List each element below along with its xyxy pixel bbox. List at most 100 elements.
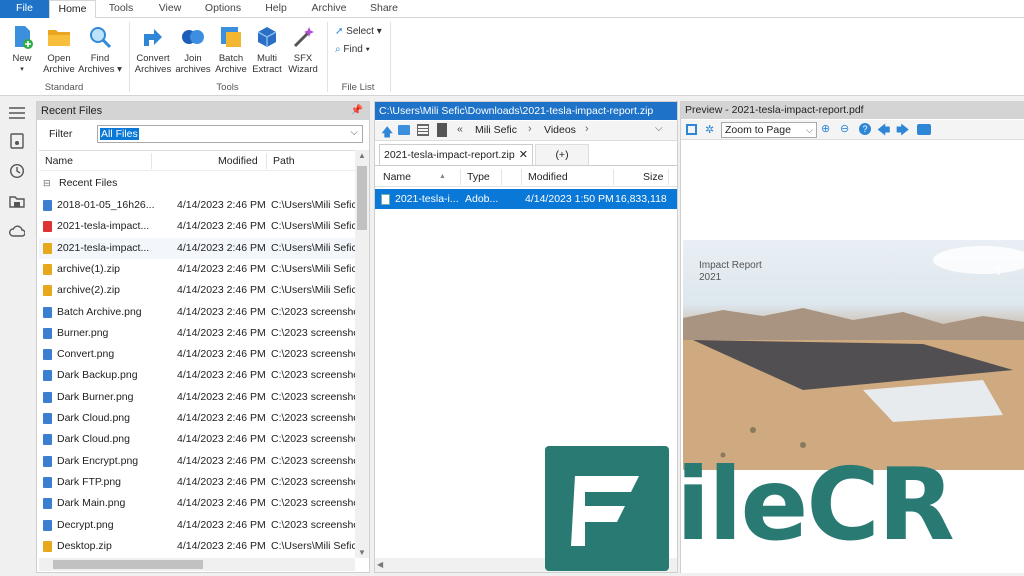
tab-help[interactable]: Help bbox=[252, 0, 300, 18]
archive-row-selected[interactable]: 2021-tesla-i... Adob... 4/14/2023 1:50 P… bbox=[375, 189, 677, 209]
image-file-icon bbox=[43, 370, 52, 382]
list-item[interactable]: Batch Archive.png 4/14/2023 2:46 PM C:\202… bbox=[39, 302, 355, 323]
settings-icon[interactable]: ✲ bbox=[705, 123, 714, 136]
desktop-icon[interactable] bbox=[398, 125, 410, 135]
find-archives-button[interactable]: Find Archives ▾ bbox=[78, 22, 122, 75]
doc-letter: T bbox=[995, 264, 1003, 278]
breadcrumb-folder[interactable]: Videos bbox=[544, 124, 576, 136]
drive-icon[interactable] bbox=[9, 133, 25, 149]
list-item[interactable]: Dark Encrypt.png 4/14/2023 2:46 PM C:\2023… bbox=[39, 451, 355, 472]
list-item[interactable]: Dark Backup.png 4/14/2023 2:46 PM C:\2023 … bbox=[39, 365, 355, 386]
list-item[interactable]: Dark Burner.png 4/14/2023 2:46 PM C:\2023 … bbox=[39, 387, 355, 408]
list-item[interactable]: Dark Cloud.png 4/14/2023 2:46 PM C:\2023 s… bbox=[39, 429, 355, 450]
list-item[interactable]: 2021-tesla-impact... 4/14/2023 2:46 PM C:\… bbox=[39, 237, 355, 259]
help-icon[interactable]: ? bbox=[859, 123, 871, 135]
column-header-size[interactable]: Size bbox=[643, 167, 663, 187]
column-header-name[interactable]: Name bbox=[383, 167, 411, 187]
join-circles-icon bbox=[180, 24, 206, 50]
tab-options[interactable]: Options bbox=[194, 0, 252, 18]
zoom-select[interactable]: Zoom to Page ⌵ bbox=[721, 122, 817, 138]
list-item[interactable]: Burner.png 4/14/2023 2:46 PM C:\2023 scree… bbox=[39, 323, 355, 344]
row-name: Decrypt.png bbox=[57, 518, 114, 531]
row-modified: 4/14/2023 2:46 PM bbox=[177, 539, 266, 552]
list-item[interactable]: Dark Cloud.png 4/14/2023 2:46 PM C:\2023 s… bbox=[39, 408, 355, 429]
tab-tools[interactable]: Tools bbox=[96, 0, 146, 18]
scrollbar-thumb[interactable] bbox=[357, 166, 367, 230]
column-header-name[interactable]: Name bbox=[45, 151, 73, 171]
new-button[interactable]: New ▾ bbox=[6, 22, 38, 75]
row-path: C:\Users\Mili Sefic bbox=[271, 199, 355, 211]
find-button[interactable]: ⌕ Find ▾ bbox=[335, 44, 370, 55]
list-item[interactable]: Dark Main.png 4/14/2023 2:46 PM C:\2023 sc… bbox=[39, 493, 355, 514]
column-header-path[interactable]: Path bbox=[273, 151, 295, 171]
list-item[interactable]: 2018-01-05_16h26... 4/14/2023 2:46 PM C:\U… bbox=[39, 195, 355, 216]
sfx-wizard-button[interactable]: SFX Wizard bbox=[285, 22, 321, 75]
join-archives-button[interactable]: Join archives bbox=[173, 22, 213, 75]
list-item[interactable]: archive(2).zip 4/14/2023 2:46 PM C:\Users\… bbox=[39, 280, 355, 301]
row-name: Dark Cloud.png bbox=[57, 412, 130, 424]
up-arrow-icon[interactable]: 🡅 bbox=[381, 123, 393, 144]
image-file-icon bbox=[43, 476, 52, 488]
filter-select[interactable]: All Files ⌵ bbox=[97, 125, 363, 143]
open-archive-button[interactable]: Open Archive bbox=[40, 22, 78, 75]
view-list-icon[interactable] bbox=[417, 124, 429, 136]
multi-extract-button[interactable]: Multi Extract bbox=[249, 22, 285, 75]
column-header-modified[interactable]: Modified bbox=[218, 151, 258, 171]
zip-file-icon bbox=[43, 242, 52, 254]
new-tab-button[interactable]: (+) bbox=[535, 144, 589, 166]
cursor-icon: ➚ bbox=[335, 26, 344, 37]
list-item[interactable]: 2021-tesla-impact... 4/14/2023 2:46 PM C:\… bbox=[39, 216, 355, 237]
list-item[interactable]: Convert.png 4/14/2023 2:46 PM C:\2023 scre… bbox=[39, 344, 355, 365]
pin-icon[interactable]: 📌 bbox=[351, 102, 363, 120]
list-item[interactable]: Dark FTP.png 4/14/2023 2:46 PM C:\2023 scr… bbox=[39, 472, 355, 493]
film-icon[interactable] bbox=[437, 123, 447, 137]
fit-icon[interactable] bbox=[686, 124, 697, 135]
row-name: Dark Backup.png bbox=[57, 369, 138, 382]
sfx-label-2: Wizard bbox=[288, 64, 318, 75]
convert-archives-button[interactable]: Convert Archives bbox=[133, 22, 173, 75]
filter-label: Filter bbox=[49, 128, 73, 140]
column-divider bbox=[501, 169, 502, 185]
tab-archive[interactable]: Archive bbox=[300, 0, 358, 18]
list-item[interactable]: Desktop.zip 4/14/2023 2:46 PM C:\Users\Mil… bbox=[39, 536, 355, 557]
image-file-icon bbox=[43, 434, 52, 446]
select-button[interactable]: ➚ Select ▾ bbox=[335, 26, 382, 37]
scroll-up-icon[interactable]: ▲ bbox=[358, 151, 366, 160]
ribbon: New ▾ Open Archive Find Archives ▾ Stand… bbox=[0, 18, 1024, 96]
close-tab-icon[interactable]: ✕ bbox=[519, 145, 528, 166]
scroll-down-icon[interactable]: ▼ bbox=[358, 548, 366, 557]
image-file-icon bbox=[43, 349, 52, 361]
print-icon[interactable] bbox=[917, 124, 931, 135]
zoom-out-icon[interactable]: ⊖ bbox=[840, 122, 849, 135]
forward-arrow-icon[interactable]: 🡆 bbox=[896, 121, 909, 143]
collapse-icon[interactable]: ⊟ bbox=[43, 173, 51, 193]
back-arrow-icon[interactable]: 🡄 bbox=[877, 121, 890, 143]
zoom-in-icon[interactable]: ⊕ bbox=[821, 122, 830, 135]
history-clock-icon[interactable] bbox=[9, 163, 25, 179]
breadcrumb-back[interactable]: « bbox=[457, 123, 463, 135]
hamburger-menu-icon[interactable] bbox=[9, 105, 25, 121]
scrollbar-thumb[interactable] bbox=[53, 560, 203, 569]
row-modified: 4/14/2023 2:46 PM bbox=[177, 348, 266, 361]
chevron-down-icon[interactable]: ⌵ bbox=[655, 123, 663, 134]
tab-home[interactable]: Home bbox=[49, 0, 96, 19]
horizontal-scrollbar[interactable] bbox=[39, 558, 355, 571]
archive-tab[interactable]: 2021-tesla-impact-report.zip ✕ bbox=[379, 144, 533, 166]
column-header-modified[interactable]: Modified bbox=[528, 167, 568, 187]
tab-view[interactable]: View bbox=[146, 0, 194, 18]
column-header-type[interactable]: Type bbox=[467, 167, 490, 187]
row-modified: 4/14/2023 2:46 PM bbox=[177, 369, 266, 382]
batch-label-1: Batch bbox=[218, 53, 244, 64]
open-label-2: Archive bbox=[43, 64, 75, 75]
network-folder-icon[interactable] bbox=[9, 194, 25, 210]
list-item[interactable]: Decrypt.png 4/14/2023 2:46 PM C:\2023 scre… bbox=[39, 515, 355, 536]
list-item[interactable]: archive(1).zip 4/14/2023 2:46 PM C:\Users\… bbox=[39, 259, 355, 280]
breadcrumb-user[interactable]: Mili Sefic bbox=[475, 124, 517, 136]
scroll-left-icon[interactable]: ◀ bbox=[377, 560, 383, 569]
row-modified: 4/14/2023 2:46 PM bbox=[177, 284, 266, 297]
batch-archive-button[interactable]: Batch Archive bbox=[213, 22, 249, 75]
cloud-icon[interactable] bbox=[9, 223, 26, 239]
vertical-scrollbar[interactable]: ▲ ▼ bbox=[355, 150, 369, 558]
tab-file[interactable]: File bbox=[0, 0, 49, 18]
tab-share[interactable]: Share bbox=[358, 0, 410, 18]
